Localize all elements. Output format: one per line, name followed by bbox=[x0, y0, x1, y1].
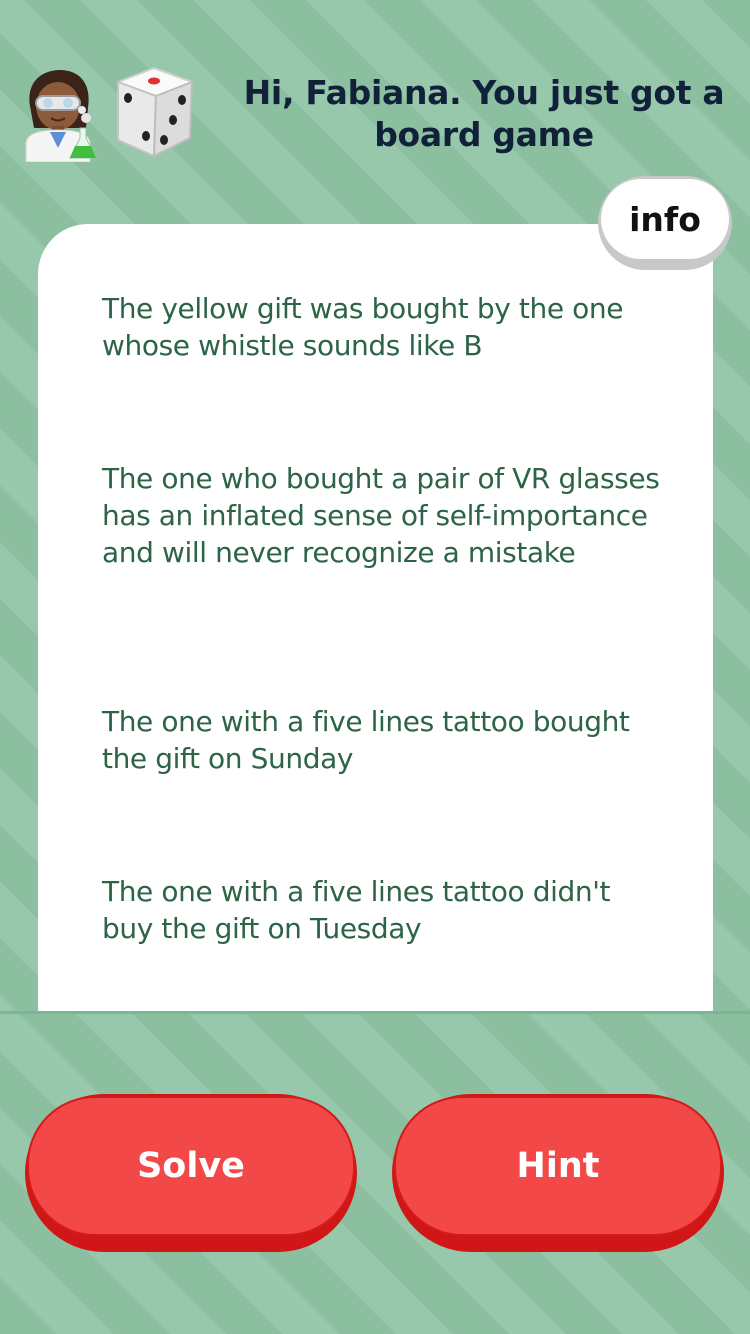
dice-icon bbox=[117, 67, 193, 157]
hint-button-label: Hint bbox=[394, 1096, 722, 1236]
clue-item: The one with a five lines tattoo didn't … bbox=[102, 875, 611, 945]
bottom-divider bbox=[0, 1011, 750, 1014]
clue-item: The one with a five lines tattoo bought … bbox=[102, 705, 630, 775]
clues-panel[interactable]: The yellow gift was bought by the one wh… bbox=[38, 224, 713, 1014]
clue-item: The yellow gift was bought by the one wh… bbox=[102, 292, 624, 362]
header: Hi, Fabiana. You just got a board game bbox=[0, 0, 750, 180]
clue-item: The one who bought a pair of VR glasses … bbox=[102, 462, 660, 569]
page-title: Hi, Fabiana. You just got a board game bbox=[243, 73, 725, 154]
scientist-woman-icon bbox=[25, 70, 97, 162]
solve-button[interactable]: Solve bbox=[25, 1094, 357, 1252]
hint-button[interactable]: Hint bbox=[392, 1094, 724, 1252]
info-button-label: info bbox=[601, 179, 729, 259]
solve-button-label: Solve bbox=[27, 1096, 355, 1236]
info-button[interactable]: info bbox=[598, 176, 732, 270]
